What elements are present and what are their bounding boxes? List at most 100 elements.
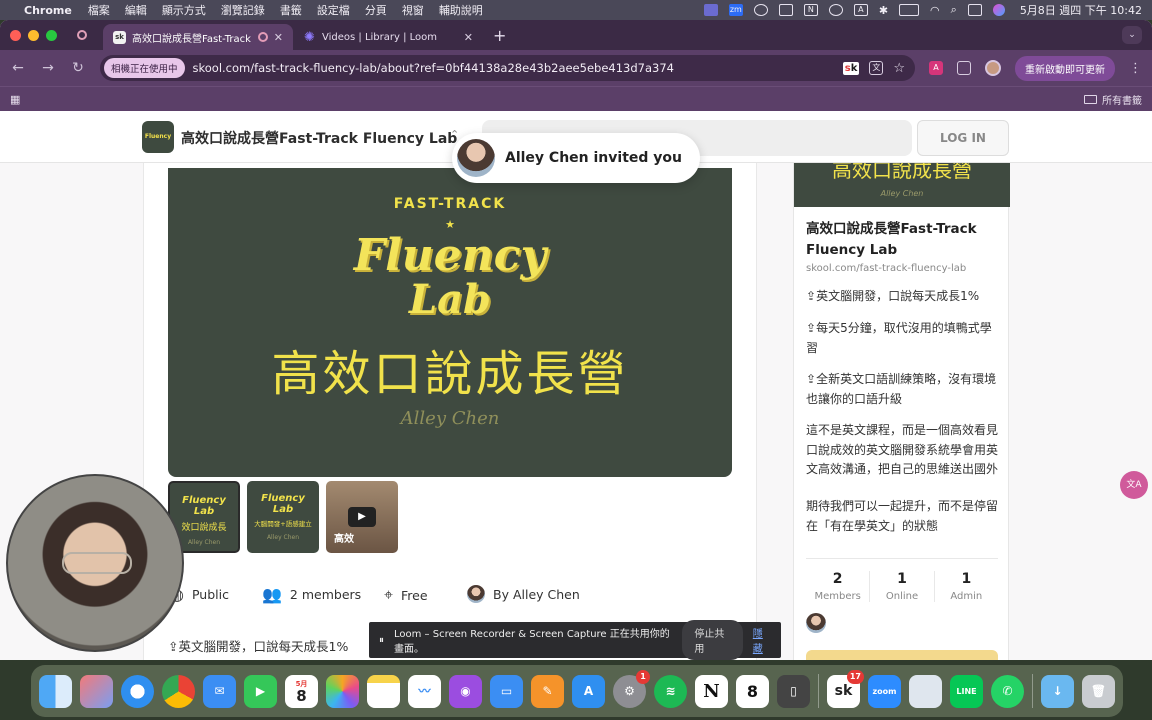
address-bar[interactable]: 相機正在使用中 skool.com/fast-track-fluency-lab… bbox=[100, 55, 915, 81]
menu-help[interactable]: 輔助說明 bbox=[439, 2, 483, 18]
finder-icon[interactable] bbox=[39, 674, 72, 708]
play-status-icon[interactable] bbox=[828, 4, 843, 16]
floating-translate-icon[interactable]: 文A bbox=[1120, 471, 1148, 499]
join-button[interactable] bbox=[806, 650, 998, 660]
skool-extension-icon[interactable]: sk bbox=[842, 61, 860, 75]
hide-link[interactable]: 隱藏 bbox=[753, 625, 771, 655]
chevron-updown-icon[interactable]: ⌃ bbox=[450, 128, 459, 141]
side-url[interactable]: skool.com/fast-track-fluency-lab bbox=[806, 263, 966, 274]
close-window-button[interactable] bbox=[10, 29, 21, 41]
community-name[interactable]: 高效口說成長營Fast-Track Fluency Lab bbox=[181, 128, 457, 148]
menu-view[interactable]: 顯示方式 bbox=[162, 2, 206, 18]
trash-icon[interactable]: 🗑 bbox=[1082, 674, 1115, 708]
zoom-icon[interactable]: zoom bbox=[868, 674, 901, 708]
reload-button[interactable]: ↻ bbox=[70, 60, 86, 76]
dock-separator bbox=[1032, 674, 1033, 708]
mail-icon[interactable]: ✉ bbox=[203, 674, 236, 708]
stop-sharing-button[interactable]: 停止共用 bbox=[682, 620, 743, 660]
relaunch-update-button[interactable]: 重新啟動即可更新 bbox=[1015, 55, 1115, 81]
zoom-status-icon[interactable]: zm bbox=[728, 4, 743, 16]
menu-window[interactable]: 視窗 bbox=[402, 2, 424, 18]
wifi-icon[interactable]: ◠ bbox=[930, 4, 940, 17]
chrome-icon[interactable] bbox=[162, 674, 195, 708]
menu-bookmarks[interactable]: 書籤 bbox=[280, 2, 302, 18]
close-tab-icon[interactable]: ✕ bbox=[274, 31, 283, 44]
community-logo[interactable]: Fluency Lab bbox=[142, 121, 174, 172]
browser-toolbar: ← → ↻ 相機正在使用中 skool.com/fast-track-fluen… bbox=[0, 50, 1152, 86]
iphone-mirroring-icon[interactable]: ▯ bbox=[777, 674, 810, 708]
chrome-menu-icon[interactable]: ⋮ bbox=[1129, 61, 1142, 76]
preview-icon[interactable] bbox=[909, 674, 942, 708]
podcasts-icon[interactable]: ◉ bbox=[449, 674, 482, 708]
pause-icon[interactable]: ⏸ bbox=[379, 635, 384, 646]
new-tab-button[interactable]: + bbox=[493, 26, 506, 45]
translate-extension-icon[interactable]: A bbox=[929, 61, 943, 75]
bookmark-star-icon[interactable]: ☆ bbox=[893, 61, 905, 76]
tab-loom[interactable]: ✺ Videos | Library | Loom ✕ bbox=[293, 24, 483, 50]
menu-history[interactable]: 瀏覽記錄 bbox=[221, 2, 265, 18]
member-avatar[interactable] bbox=[806, 613, 826, 633]
chat-status-icon[interactable] bbox=[753, 4, 768, 16]
calendar-icon[interactable]: 5月 8 bbox=[285, 674, 318, 708]
app-store-icon[interactable]: A bbox=[572, 674, 605, 708]
login-button[interactable]: LOG IN bbox=[917, 120, 1009, 156]
menu-file[interactable]: 檔案 bbox=[88, 2, 110, 18]
camera-in-use-pill[interactable]: 相機正在使用中 bbox=[104, 58, 185, 78]
thumb-line: Lab bbox=[272, 504, 294, 515]
whatsapp-icon[interactable]: ✆ bbox=[991, 674, 1024, 708]
skool-app-icon[interactable]: sk 17 bbox=[827, 669, 864, 708]
extensions-puzzle-icon[interactable] bbox=[957, 61, 971, 75]
notion-status-icon[interactable]: N bbox=[803, 4, 818, 16]
notes-icon[interactable] bbox=[367, 674, 400, 708]
menubar-clock[interactable]: 5月8日 週四 下午 10:42 bbox=[1020, 2, 1142, 18]
photos-icon[interactable] bbox=[326, 674, 359, 708]
launchpad-icon[interactable] bbox=[80, 674, 113, 708]
tab-search-button[interactable]: ⌄ bbox=[1122, 26, 1142, 44]
pages-icon[interactable]: ✎ bbox=[531, 674, 564, 708]
line-icon[interactable]: LINE bbox=[950, 674, 983, 708]
calendar-8-icon[interactable]: 8 bbox=[736, 674, 769, 708]
siri-icon[interactable] bbox=[992, 4, 1005, 16]
loom-webcam-bubble[interactable] bbox=[6, 474, 184, 652]
battery-icon[interactable] bbox=[899, 4, 920, 16]
close-tab-icon[interactable]: ✕ bbox=[464, 31, 473, 44]
keynote-icon[interactable]: ▭ bbox=[490, 674, 523, 708]
system-settings-icon[interactable]: ⚙ 1 bbox=[613, 669, 650, 708]
control-center-icon[interactable] bbox=[967, 4, 982, 16]
all-bookmarks-button[interactable]: 所有書籤 bbox=[1084, 92, 1142, 107]
minimize-window-button[interactable] bbox=[28, 29, 39, 41]
forward-button[interactable]: → bbox=[40, 60, 56, 76]
stat-admin: 1 Admin bbox=[935, 571, 998, 602]
search-icon[interactable]: ⌕ bbox=[951, 3, 957, 17]
menu-tab[interactable]: 分頁 bbox=[365, 2, 387, 18]
freeform-icon[interactable]: 〰 bbox=[408, 674, 441, 708]
translate-icon[interactable]: 文 bbox=[869, 61, 884, 75]
notion-icon[interactable]: N bbox=[695, 674, 728, 708]
menu-profiles[interactable]: 設定檔 bbox=[317, 2, 350, 18]
menu-edit[interactable]: 編輯 bbox=[125, 2, 147, 18]
thumbnail-video[interactable]: ▶ 高效 bbox=[326, 481, 398, 553]
community-side-card: 高效口說成長營 Alley Chen 高效口說成長營Fast-Track Flu… bbox=[793, 163, 1010, 660]
hero-image[interactable]: FAST-TRACK ★ Fluency Lab 高效口說成長營 Alley C… bbox=[168, 168, 732, 477]
downloads-folder-icon[interactable]: ↓ bbox=[1041, 674, 1074, 708]
url-text[interactable]: skool.com/fast-track-fluency-lab/about?r… bbox=[193, 61, 835, 75]
stat-label: Admin bbox=[950, 591, 983, 602]
input-source-icon[interactable]: A bbox=[853, 4, 868, 16]
zoom-window-button[interactable] bbox=[46, 29, 57, 41]
thumbnail-2[interactable]: Fluency Lab 大腦開發+語感建立 Alley Chen bbox=[247, 481, 319, 553]
app-menu-chrome[interactable]: Chrome bbox=[24, 4, 72, 17]
facetime-icon[interactable]: ▶ bbox=[244, 674, 277, 708]
thumb-line: Fluency bbox=[261, 493, 305, 504]
apps-grid-icon[interactable]: ▦ bbox=[10, 93, 20, 106]
spotify-icon[interactable]: ≋ bbox=[654, 674, 687, 708]
profile-avatar[interactable] bbox=[985, 60, 1001, 76]
bluetooth-icon[interactable]: ✱ bbox=[879, 4, 888, 17]
calendar-status-icon[interactable] bbox=[778, 4, 793, 16]
tag-icon: ⌖ bbox=[384, 585, 394, 604]
screen-share-icon[interactable] bbox=[703, 4, 718, 16]
back-button[interactable]: ← bbox=[10, 60, 26, 76]
play-icon[interactable]: ▶ bbox=[348, 507, 376, 527]
tab-skool[interactable]: sk 高效口說成長營Fast-Track ✕ bbox=[103, 24, 293, 50]
glasses-shape bbox=[62, 552, 132, 574]
safari-icon[interactable] bbox=[121, 674, 154, 708]
